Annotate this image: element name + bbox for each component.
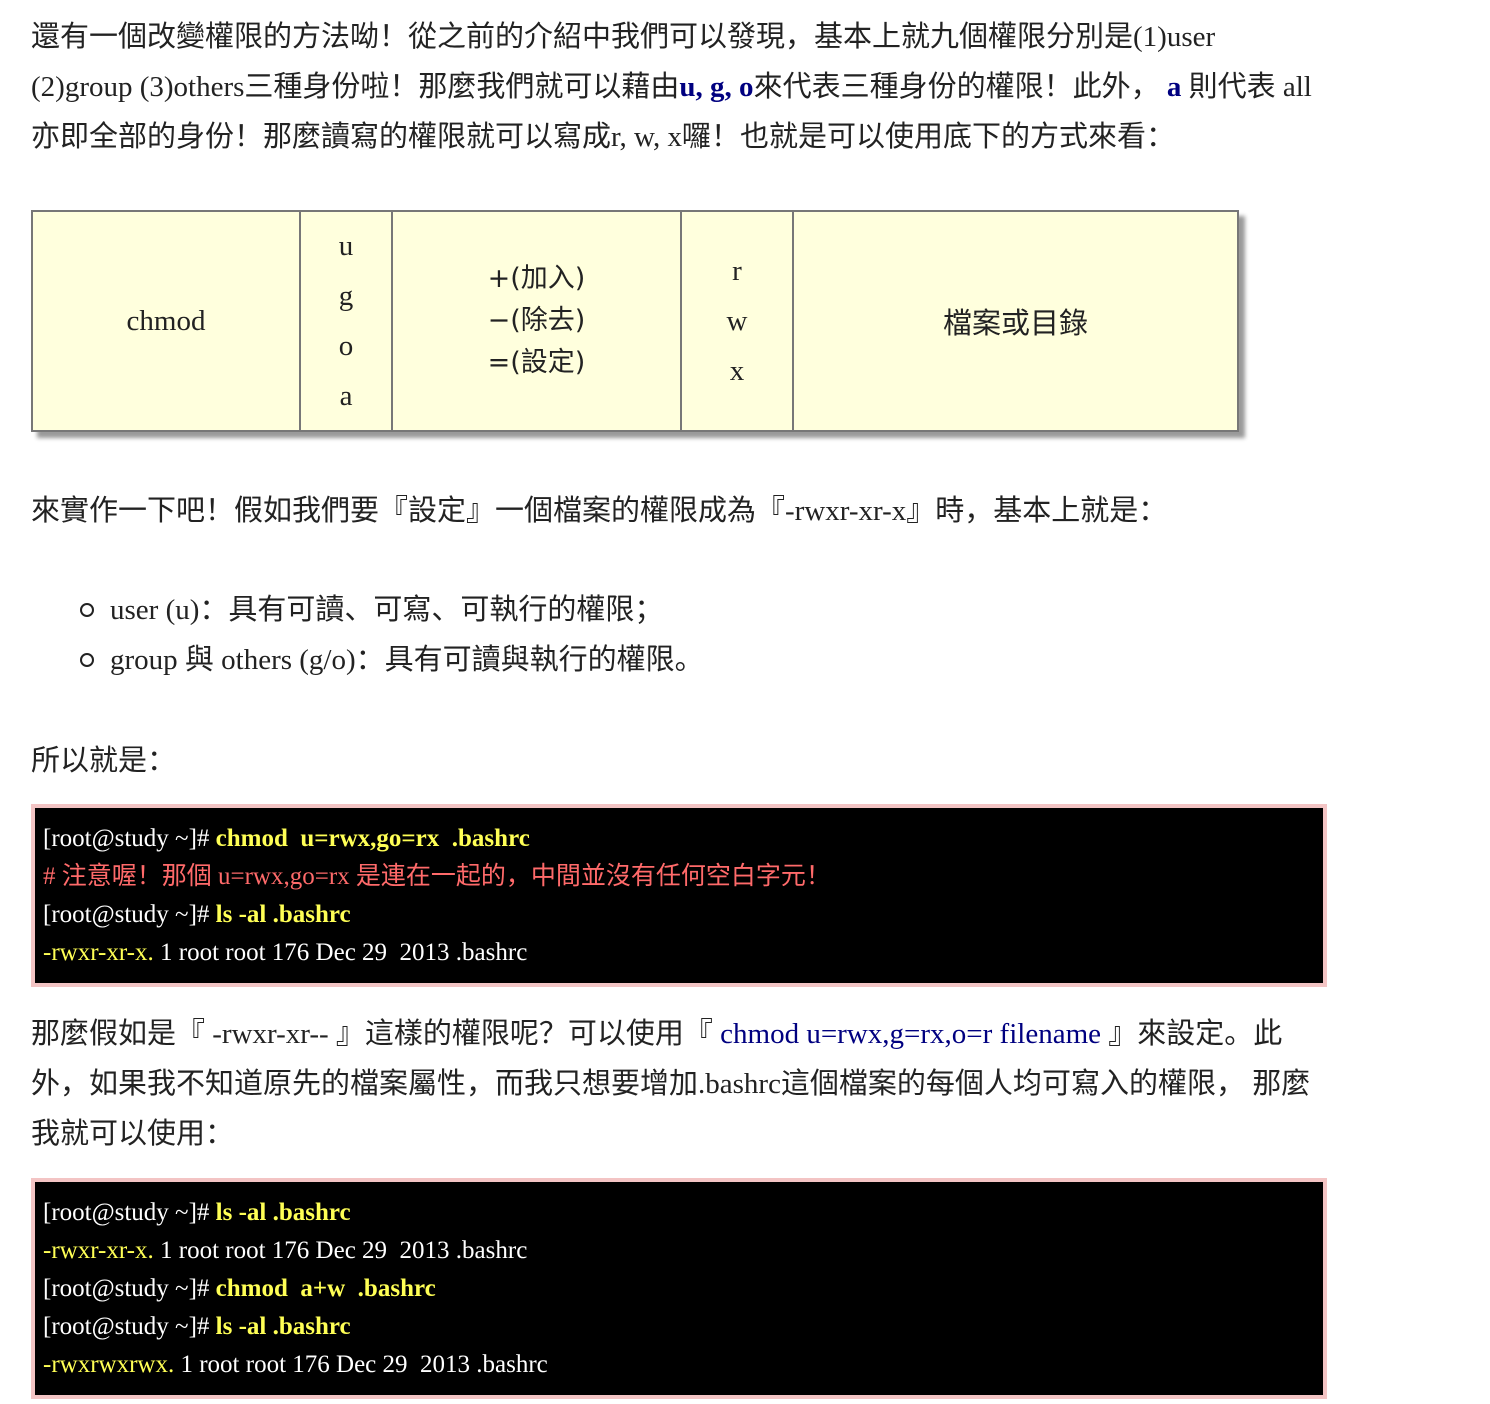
who-a: a	[339, 380, 353, 412]
shell-prompt: [root@study ~]#	[43, 1275, 216, 1302]
permission-bullet-list: user (u)：具有可讀、可寫、可執行的權限； group 與 others …	[80, 585, 704, 685]
who-g: g	[338, 280, 354, 312]
terminal-comment: # 注意喔！那個 u=rwx,go=rx 是連在一起的，中間並沒有任何空白字元！	[43, 863, 831, 890]
output-rest: 1 root root 176 Dec 29 2013 .bashrc	[174, 1351, 548, 1378]
perm-x: x	[729, 355, 745, 387]
syntax-target-cell: 檔案或目錄	[792, 210, 1239, 432]
terminal-example-1: [root@study ~]# chmod u=rwx,go=rx .bashr…	[31, 804, 1327, 987]
terminal-line: [root@study ~]# ls -al .bashrc	[43, 1308, 1315, 1346]
syntax-command: chmod	[126, 304, 206, 337]
intro-line-3: 亦即全部的身份！那麼讀寫的權限就可以寫成r, w, x囉！也就是可以使用底下的方…	[31, 121, 1176, 153]
terminal-output: -rwxrwxrwx. 1 root root 176 Dec 29 2013 …	[43, 1346, 1315, 1384]
bullet-circle-icon	[80, 653, 94, 667]
command-text: ls -al .bashrc	[215, 1199, 351, 1226]
op-remove: −(除去)	[487, 305, 586, 336]
op-set: =(設定)	[487, 347, 586, 378]
terminal-line: [root@study ~]# chmod a+w .bashrc	[43, 1270, 1315, 1308]
so-label-text: 所以就是：	[31, 745, 177, 777]
syntax-who-cell: u g o a	[299, 210, 393, 432]
terminal-output: -rwxr-xr-x. 1 root root 176 Dec 29 2013 …	[43, 1232, 1315, 1270]
so-label: 所以就是：	[31, 736, 1451, 786]
ugo-highlight: u, g, o	[679, 71, 754, 103]
terminal-line: [root@study ~]# ls -al .bashrc	[43, 896, 1315, 934]
chmod-syntax-table: chmod u g o a +(加入) −(除去) =(設定) r w x 檔案…	[31, 210, 1239, 432]
permission-string: -rwxr-xr-x.	[43, 939, 154, 966]
second-line-2: 外，如果我不知道原先的檔案屬性，而我只想要增加.bashrc這個檔案的每個人均可…	[31, 1068, 1311, 1100]
chmod-example-command: chmod u=rwx,g=rx,o=r filename	[720, 1018, 1101, 1050]
permission-string: -rwxrwxrwx.	[43, 1351, 175, 1378]
intro-line-2b: 來代表三種身份的權限！此外，	[753, 71, 1160, 103]
syntax-target: 檔案或目錄	[942, 306, 1088, 340]
all-highlight: a	[1166, 71, 1182, 103]
syntax-ops-cell: +(加入) −(除去) =(設定)	[391, 210, 682, 432]
example-intro-text: 來實作一下吧！假如我們要『設定』一個檔案的權限成為『-rwxr-xr-x』時，基…	[31, 495, 1168, 527]
terminal-example-2: [root@study ~]# ls -al .bashrc -rwxr-xr-…	[31, 1178, 1327, 1399]
command-text: chmod a+w .bashrc	[215, 1275, 436, 1302]
command-text: chmod u=rwx,go=rx .bashrc	[215, 825, 530, 852]
syntax-command-cell: chmod	[31, 210, 301, 432]
who-o: o	[338, 330, 354, 362]
shell-prompt: [root@study ~]#	[43, 1199, 216, 1226]
output-rest: 1 root root 176 Dec 29 2013 .bashrc	[153, 1237, 528, 1264]
bullet-circle-icon	[80, 603, 94, 617]
terminal-line: [root@study ~]# ls -al .bashrc	[43, 1194, 1315, 1232]
op-add: +(加入)	[487, 263, 586, 294]
list-item: group 與 others (g/o)：具有可讀與執行的權限。	[80, 635, 704, 685]
terminal-line: [root@study ~]# chmod u=rwx,go=rx .bashr…	[43, 820, 1315, 858]
second-line-1b: 』來設定。此	[1101, 1018, 1283, 1050]
example-intro: 來實作一下吧！假如我們要『設定』一個檔案的權限成為『-rwxr-xr-x』時，基…	[31, 486, 1451, 536]
syntax-perms-cell: r w x	[680, 210, 794, 432]
list-item: user (u)：具有可讀、可寫、可執行的權限；	[80, 585, 704, 635]
perm-w: w	[726, 305, 748, 337]
shell-prompt: [root@study ~]#	[43, 901, 216, 928]
intro-paragraph: 還有一個改變權限的方法呦！從之前的介紹中我們可以發現，基本上就九個權限分別是(1…	[31, 12, 1451, 162]
bullet-group-others-text: group 與 others (g/o)：具有可讀與執行的權限。	[110, 644, 704, 676]
second-line-3: 我就可以使用：	[31, 1118, 235, 1150]
who-u: u	[338, 230, 354, 262]
bullet-user-text: user (u)：具有可讀、可寫、可執行的權限；	[110, 594, 664, 626]
intro-line-2a: (2)group (3)others三種身份啦！那麼我們就可以藉由	[31, 71, 680, 103]
permission-string: -rwxr-xr-x.	[43, 1237, 154, 1264]
shell-prompt: [root@study ~]#	[43, 825, 216, 852]
second-line-1a: 那麼假如是『 -rwxr-xr-- 』這樣的權限呢？可以使用『	[31, 1018, 721, 1050]
command-text: ls -al .bashrc	[215, 1313, 351, 1340]
command-text: ls -al .bashrc	[215, 901, 351, 928]
intro-line-2c: 則代表 all	[1188, 71, 1312, 103]
second-paragraph: 那麼假如是『 -rwxr-xr-- 』這樣的權限呢？可以使用『 chmod u=…	[31, 1009, 1451, 1159]
perm-r: r	[732, 255, 742, 287]
output-rest: 1 root root 176 Dec 29 2013 .bashrc	[153, 939, 528, 966]
shell-prompt: [root@study ~]#	[43, 1313, 216, 1340]
terminal-output: -rwxr-xr-x. 1 root root 176 Dec 29 2013 …	[43, 934, 1315, 972]
intro-line-1: 還有一個改變權限的方法呦！從之前的介紹中我們可以發現，基本上就九個權限分別是(1…	[31, 21, 1216, 53]
